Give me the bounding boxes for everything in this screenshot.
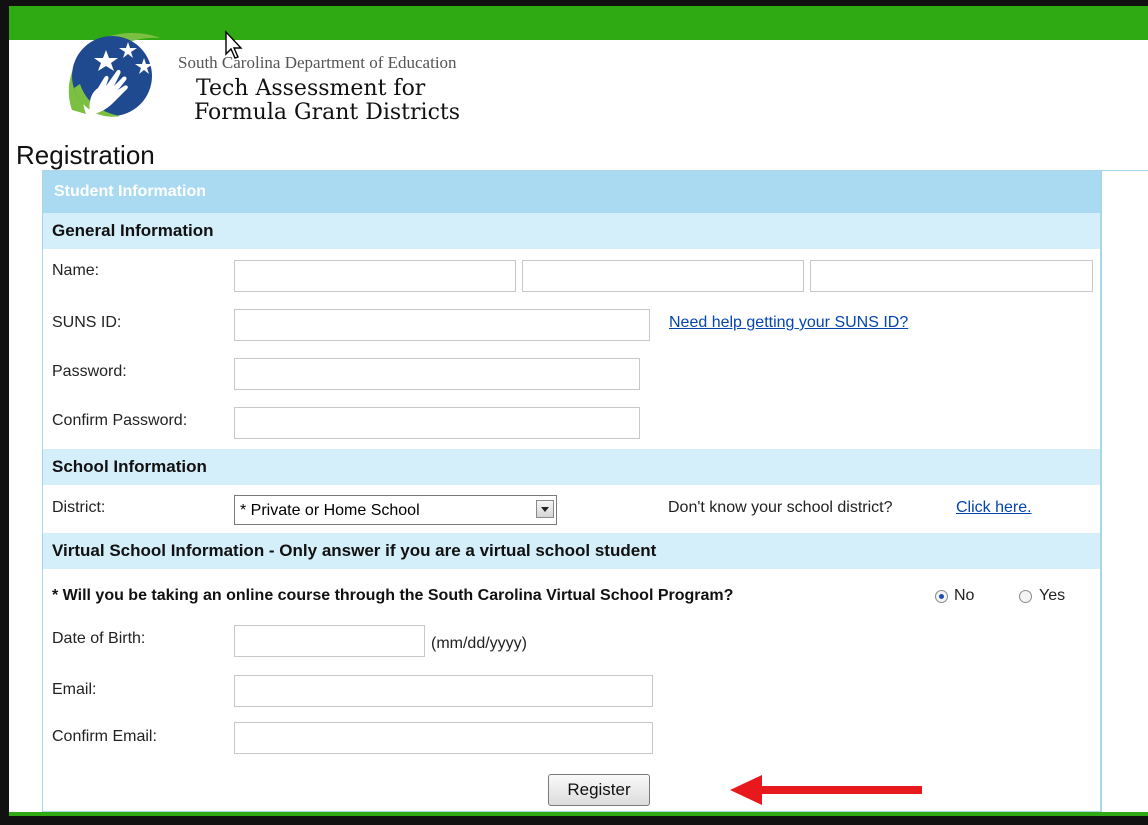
date-format-hint: (mm/dd/yyyy): [431, 635, 527, 652]
bottom-green-line: [9, 812, 1148, 816]
confirm-email-label: Confirm Email:: [52, 728, 157, 745]
radio-yes[interactable]: [1019, 590, 1032, 603]
confirm-password-label: Confirm Password:: [52, 412, 188, 429]
subheader-school-information: School Information: [43, 449, 1100, 485]
password-input[interactable]: [234, 358, 640, 390]
right-panel: [1101, 170, 1148, 812]
last-name-input[interactable]: [810, 260, 1093, 292]
suns-id-input[interactable]: [234, 309, 650, 341]
district-help-link[interactable]: Click here.: [956, 499, 1032, 517]
page-title: Registration: [16, 140, 155, 170]
district-help-text: Don't know your school district?: [668, 499, 893, 516]
radio-no[interactable]: [935, 590, 948, 603]
sc-education-logo: [60, 28, 170, 124]
confirm-password-input[interactable]: [234, 407, 640, 439]
confirm-email-input[interactable]: [234, 722, 653, 754]
district-label: District:: [52, 499, 106, 516]
site-title: Tech Assessment for Formula Grant Distri…: [194, 76, 461, 125]
register-button[interactable]: Register: [548, 774, 650, 806]
site-title-line-1: Tech Assessment for: [196, 76, 426, 101]
date-of-birth-label: Date of Birth:: [52, 630, 146, 647]
suns-id-help-link[interactable]: Need help getting your SUNS ID?: [669, 314, 908, 332]
email-input[interactable]: [234, 675, 653, 707]
department-name: South Carolina Department of Education: [178, 53, 457, 72]
registration-form: Student Information General Information …: [42, 170, 1101, 812]
middle-name-input[interactable]: [522, 260, 804, 292]
district-select[interactable]: * Private or Home School: [234, 495, 557, 525]
date-of-birth-input[interactable]: [234, 625, 425, 657]
suns-id-label: SUNS ID:: [52, 314, 122, 331]
email-label: Email:: [52, 681, 97, 698]
password-label: Password:: [52, 363, 127, 380]
section-header-student-information: Student Information: [43, 171, 1100, 213]
virtual-school-question: * Will you be taking an online course th…: [52, 587, 734, 604]
annotation-arrow-icon: [730, 775, 922, 805]
chevron-down-icon[interactable]: [536, 500, 554, 518]
site-title-line-2: Formula Grant Districts: [194, 100, 461, 125]
district-select-value: * Private or Home School: [240, 502, 420, 519]
top-green-bar: [9, 6, 1148, 40]
first-name-input[interactable]: [234, 260, 516, 292]
subheader-general-information: General Information: [43, 213, 1100, 249]
radio-yes-label: Yes: [1039, 587, 1066, 604]
subheader-virtual-school-information: Virtual School Information - Only answer…: [43, 533, 1100, 569]
name-label: Name:: [52, 262, 100, 279]
radio-no-label: No: [954, 587, 975, 604]
mouse-cursor-icon: [225, 30, 243, 59]
